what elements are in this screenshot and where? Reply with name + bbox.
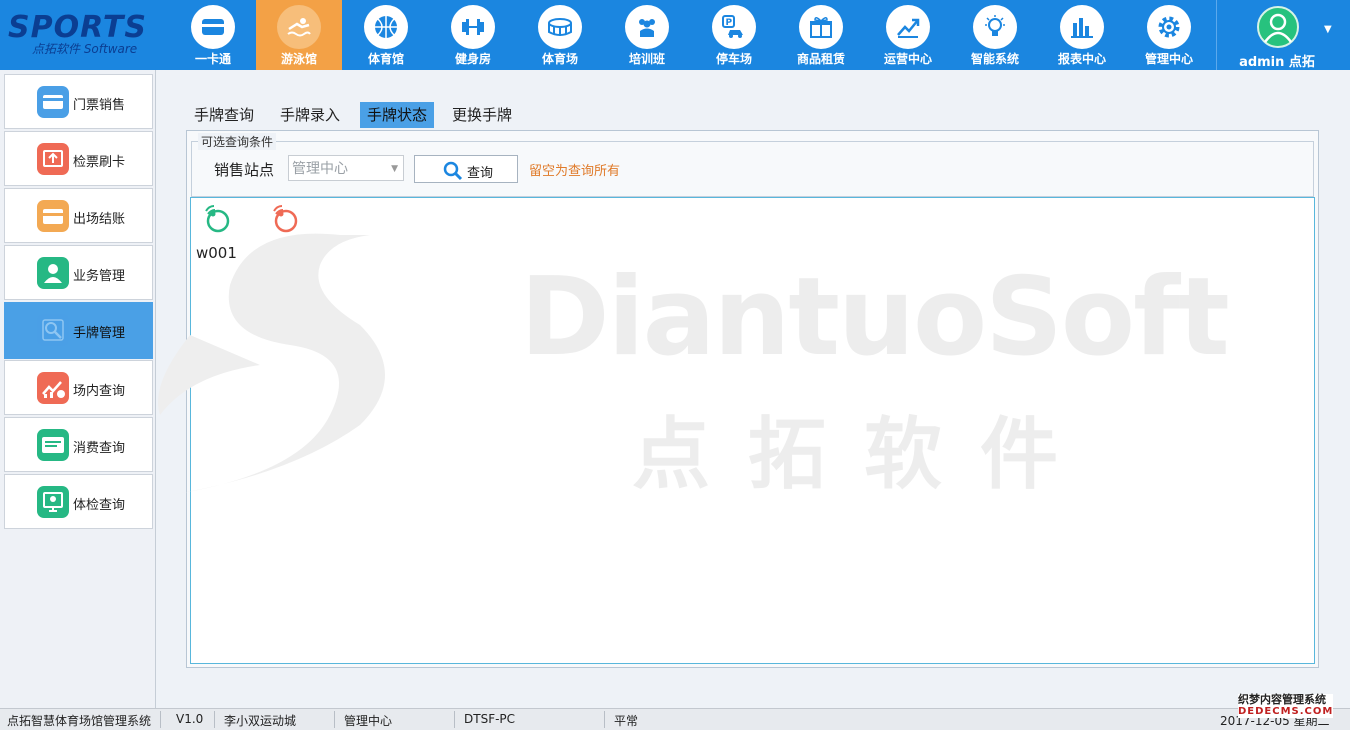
bill-icon	[37, 429, 69, 461]
top-navigation-bar: SPORTS 点拓软件 Software 一卡通 游泳馆 体育馆 健身房 体育场…	[0, 0, 1350, 70]
dumbbell-icon	[462, 19, 484, 35]
ticket-icon	[37, 86, 69, 118]
tab-replace-wristband[interactable]: 更换手牌	[445, 102, 519, 128]
bulb-icon	[985, 15, 1005, 36]
chevron-down-icon: ▼	[391, 164, 398, 174]
basketball-icon	[375, 16, 397, 38]
nav-item-operations[interactable]: 运营中心	[865, 0, 951, 70]
status-app-name: 点拓智慧体育场馆管理系统	[7, 714, 152, 728]
wallet-icon	[37, 200, 69, 232]
user-menu[interactable]: ▼ admin 点拓	[1216, 0, 1350, 70]
site-label: 销售站点	[214, 161, 275, 179]
nav-label: 停车场	[715, 52, 752, 66]
tab-wristband-query[interactable]: 手牌查询	[187, 102, 261, 128]
query-hint: 留空为查询所有	[529, 164, 621, 179]
nav-label: 一卡通	[194, 52, 231, 66]
avatar	[1257, 6, 1299, 48]
filter-legend: 可选查询条件	[198, 133, 277, 150]
nav-item-stadium[interactable]: 体育场	[517, 0, 603, 70]
parking-icon: P	[722, 15, 743, 38]
watermark-cn: 点拓软件	[632, 410, 1097, 500]
nav-item-smart-system[interactable]: 智能系统	[952, 0, 1038, 70]
sidebar-item-label: 手牌管理	[73, 326, 126, 341]
nav-label: 智能系统	[970, 52, 1019, 66]
status-state: 平常	[614, 714, 639, 728]
nav-item-yikatong[interactable]: 一卡通	[170, 0, 256, 70]
sidebar-item-label: 出场结账	[73, 212, 126, 227]
sidebar-item-label: 场内查询	[73, 384, 126, 399]
nav-label: 体育馆	[367, 52, 404, 66]
chart-icon	[37, 372, 69, 404]
nav-item-parking[interactable]: P 停车场	[691, 0, 777, 70]
nav-label: 报表中心	[1057, 52, 1106, 66]
nav-label: 商品租赁	[796, 52, 845, 66]
card-icon	[202, 19, 224, 35]
sidebar-item-label: 检票刷卡	[73, 155, 126, 170]
sidebar-item-ticket-sales[interactable]: 门票销售	[4, 74, 153, 129]
tab-wristband-entry[interactable]: 手牌录入	[273, 102, 347, 128]
scan-icon	[37, 143, 69, 175]
group-icon	[639, 19, 655, 37]
sidebar-item-ticket-check[interactable]: 检票刷卡	[4, 131, 153, 186]
swimmer-icon	[287, 18, 311, 37]
nav-item-reports[interactable]: 报表中心	[1039, 0, 1125, 70]
status-version: V1.0	[176, 712, 204, 726]
nav-item-fitness[interactable]: 健身房	[430, 0, 516, 70]
nav-item-training[interactable]: 培训班	[604, 0, 690, 70]
nav-item-admin-center[interactable]: 管理中心	[1126, 0, 1212, 70]
bar-chart-icon	[1071, 18, 1093, 38]
query-button-label: 查询	[467, 166, 494, 181]
nav-item-swimming[interactable]: 游泳馆	[256, 0, 342, 70]
watermark-swoosh	[158, 233, 385, 496]
stadium-icon	[548, 18, 572, 36]
user-icon	[1263, 13, 1293, 43]
query-button[interactable]: 查询	[414, 155, 518, 183]
gift-icon	[810, 17, 832, 38]
corner-watermark-line2: DEDECMS.COM	[1238, 706, 1334, 717]
nav-item-gymnasium[interactable]: 体育馆	[343, 0, 429, 70]
nav-label: 体育场	[541, 52, 578, 66]
nav-label: 健身房	[454, 52, 491, 66]
site-select[interactable]: 管理中心 ▼	[288, 155, 404, 181]
logo-subtitle: 点拓软件 Software	[32, 42, 138, 56]
sports-logo: SPORTS 点拓软件 Software	[0, 0, 170, 70]
sidebar-item-label: 体检查询	[73, 498, 126, 513]
tab-wristband-status[interactable]: 手牌状态	[360, 102, 435, 128]
status-host: DTSF-PC	[464, 712, 516, 726]
sidebar-item-label: 门票销售	[73, 98, 126, 113]
corner-watermark: 织梦内容管理系统 DEDECMS.COM	[1238, 693, 1334, 718]
nav-label: 培训班	[628, 52, 665, 66]
status-bar: 点拓智慧体育场馆管理系统 V1.0 李小双运动城 管理中心 DTSF-PC 平常…	[0, 708, 1350, 730]
nav-item-rental[interactable]: 商品租赁	[778, 0, 864, 70]
watermark-text: DiantuoSoft	[520, 255, 1230, 380]
sidebar-item-label: 业务管理	[73, 269, 126, 284]
nav-label: 游泳馆	[280, 52, 317, 66]
gear-icon	[1158, 16, 1180, 38]
search-icon	[443, 161, 463, 181]
username: admin 点拓	[1239, 55, 1315, 70]
nav-label: 运营中心	[883, 52, 932, 66]
sidebar-item-label: 消费查询	[73, 441, 126, 456]
chevron-down-icon[interactable]: ▼	[1324, 24, 1332, 35]
status-venue: 李小双运动城	[224, 714, 297, 728]
person-icon	[37, 257, 69, 289]
status-station: 管理中心	[344, 714, 393, 728]
monitor-icon	[37, 486, 69, 518]
trend-icon	[897, 18, 920, 38]
search-icon	[37, 314, 69, 346]
svg-text:P: P	[726, 18, 733, 28]
nav-label: 管理中心	[1144, 52, 1193, 66]
corner-watermark-line1: 织梦内容管理系统	[1238, 693, 1326, 706]
site-select-value: 管理中心	[292, 161, 348, 177]
